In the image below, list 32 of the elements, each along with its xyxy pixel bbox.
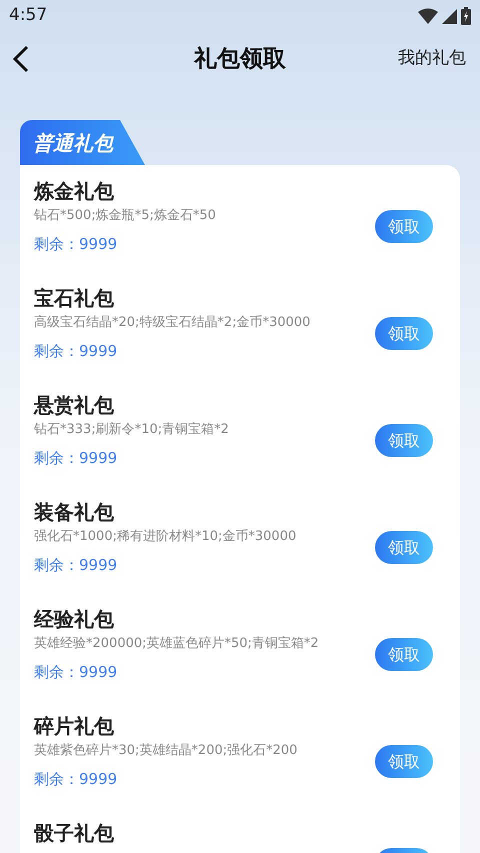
gift-title: 装备礼包 [34, 499, 115, 526]
remaining-count: 剩余：9999 [34, 555, 118, 576]
wifi-icon [418, 8, 438, 24]
gift-title: 经验礼包 [34, 606, 115, 633]
gift-title: 炼金礼包 [34, 178, 115, 205]
gift-contents: 强化石*1000;稀有进阶材料*10;金币*30000 [34, 528, 296, 546]
claim-button[interactable]: 领取 [375, 210, 433, 243]
claim-button[interactable]: 领取 [375, 745, 433, 778]
gift-title: 宝石礼包 [34, 285, 115, 312]
gift-title: 悬赏礼包 [34, 392, 115, 419]
gift-title: 骰子礼包 [34, 820, 114, 847]
gift-contents: 钻石*333;刷新令*10;青铜宝箱*2 [34, 421, 229, 439]
remaining-count: 剩余：9999 [34, 234, 118, 255]
signal-icon [442, 8, 457, 24]
gift-title: 碎片礼包 [34, 713, 115, 740]
gift-contents: 英雄紫色碎片*30;英雄结晶*200;强化石*200 [34, 742, 298, 760]
back-icon[interactable] [12, 45, 30, 73]
gift-contents: 英雄经验*200000;英雄蓝色碎片*50;青铜宝箱*2 [34, 635, 319, 653]
status-time: 4:57 [9, 4, 48, 28]
remaining-count: 剩余：9999 [34, 341, 118, 362]
claim-button[interactable]: 领取 [375, 317, 433, 350]
my-gifts-link[interactable]: 我的礼包 [398, 46, 466, 72]
remaining-count: 剩余：9999 [34, 662, 118, 683]
battery-icon [461, 7, 471, 25]
gift-contents: 钻石*500;炼金瓶*5;炼金石*50 [34, 207, 216, 225]
remaining-count: 剩余：9999 [34, 448, 118, 469]
claim-button[interactable]: 领取 [375, 638, 433, 671]
gift-contents: 高级宝石结晶*20;特级宝石结晶*2;金币*30000 [34, 314, 310, 332]
remaining-count: 剩余：9999 [34, 769, 118, 790]
claim-button[interactable]: 领取 [375, 531, 433, 564]
page-title: 礼包领取 [194, 44, 286, 74]
claim-button[interactable]: 领取 [375, 424, 433, 457]
